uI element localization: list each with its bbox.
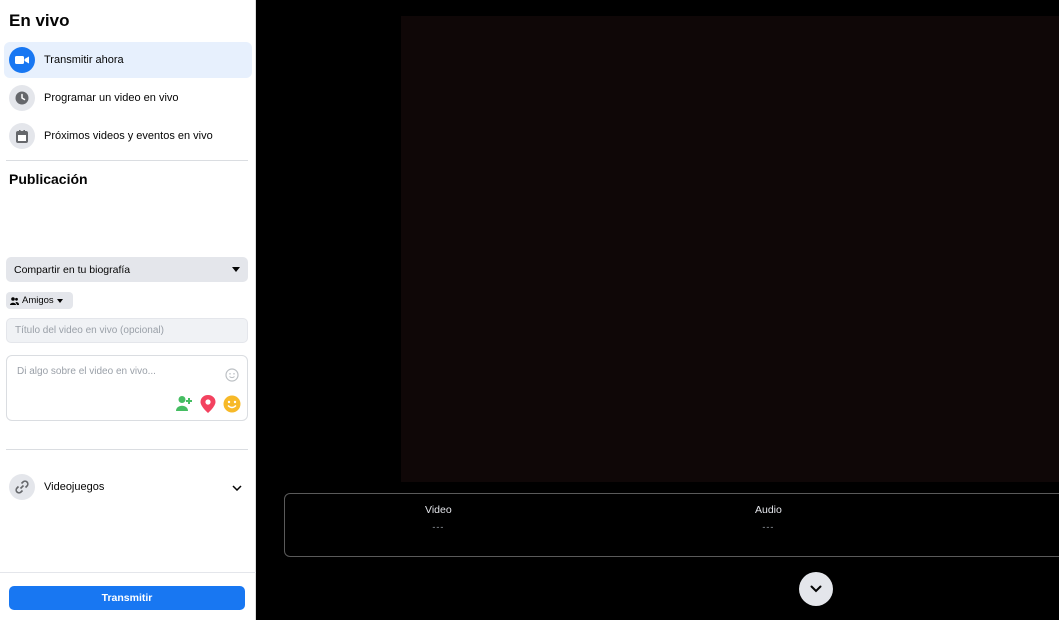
video-stat: Video --- [425,504,452,532]
live-title-input[interactable] [6,318,248,343]
video-games-label: Videojuegos [44,481,105,493]
description-input[interactable] [17,366,217,388]
share-destination-select[interactable]: Compartir en tu biografía [6,257,248,282]
nav-schedule-live-video[interactable]: Programar un video en vivo [4,80,252,116]
video-stat-value: --- [432,522,445,532]
audio-stat-label: Audio [755,504,782,516]
feeling-emoji-icon[interactable] [223,395,241,413]
location-pin-icon[interactable] [200,395,216,413]
chevron-down-icon [810,585,822,593]
live-sidebar: En vivo Transmitir ahora Programar un vi… [0,0,256,620]
clock-icon [9,85,35,111]
description-actions [175,395,241,413]
divider [6,449,248,450]
video-stat-label: Video [425,504,452,516]
link-icon [9,474,35,500]
video-preview [401,16,1059,482]
audience-selector[interactable]: Amigos [6,292,73,309]
description-box [6,355,248,421]
friends-icon [10,296,19,305]
divider [6,160,248,161]
nav-upcoming-live-events[interactable]: Próximos videos y eventos en vivo [4,118,252,154]
tag-friends-icon[interactable] [175,395,193,413]
publication-heading: Publicación [9,171,88,187]
audio-stat: Audio --- [755,504,782,532]
nav-item-label: Próximos videos y eventos en vivo [44,130,213,142]
nav-item-label: Programar un video en vivo [44,92,179,104]
chevron-down-icon[interactable] [232,478,242,496]
video-camera-icon [9,47,35,73]
caret-down-icon [56,298,63,303]
stream-stats-panel: Video --- Audio --- [284,493,1059,557]
audience-value: Amigos [22,295,54,306]
calendar-icon [9,123,35,149]
nav-item-label: Transmitir ahora [44,54,124,66]
expand-button[interactable] [799,572,833,606]
nav-go-live-now[interactable]: Transmitir ahora [4,42,252,78]
emoji-icon[interactable] [225,368,239,387]
footer-divider [0,572,256,573]
go-live-button[interactable]: Transmitir [9,586,245,610]
page-title: En vivo [9,11,70,30]
caret-down-icon [232,267,240,272]
video-games-section[interactable]: Videojuegos [4,472,250,502]
audio-stat-value: --- [762,522,775,532]
share-destination-value: Compartir en tu biografía [14,263,131,276]
